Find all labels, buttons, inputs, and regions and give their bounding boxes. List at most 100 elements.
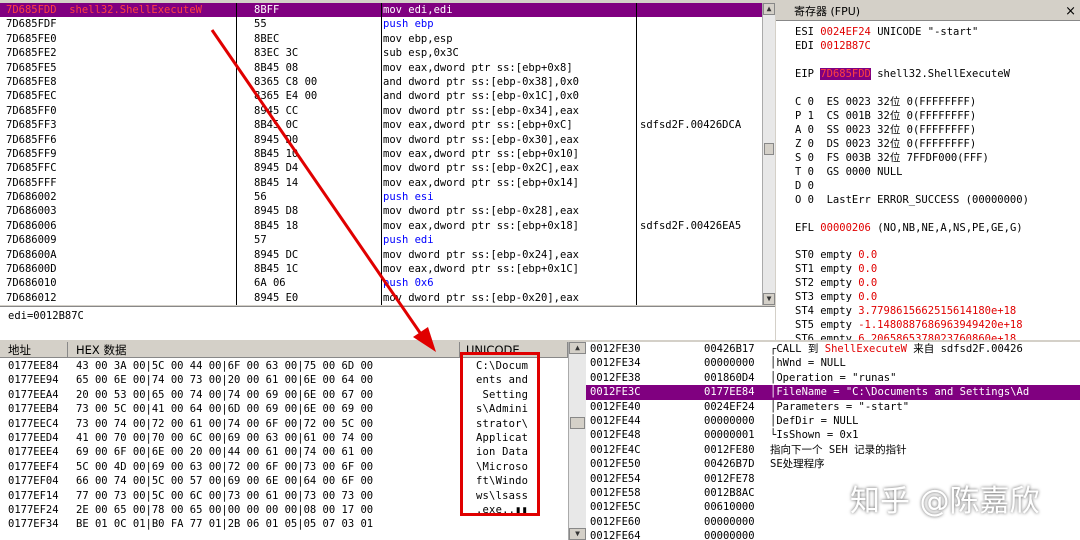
disasm-instruction[interactable]: push ebp bbox=[383, 17, 636, 31]
dump-row[interactable]: 0177EF34 BE 01 0C 01|B0 FA 77 01|2B 06 01… bbox=[8, 517, 548, 531]
stack-row[interactable]: 0012FE44 00000000 │DefDir = NULL bbox=[586, 414, 1080, 428]
stack-row[interactable]: 0012FE34 00000000 │hWnd = NULL bbox=[586, 356, 1080, 370]
disasm-instruction[interactable]: push 0x6 bbox=[383, 276, 636, 290]
register-value[interactable]: 7D685FDD bbox=[820, 68, 871, 80]
disasm-address[interactable]: 7D686012 bbox=[6, 291, 236, 305]
disasm-comment[interactable] bbox=[640, 61, 775, 75]
disasm-hex-bytes[interactable]: 56 bbox=[254, 190, 381, 204]
disasm-comment[interactable] bbox=[640, 190, 775, 204]
disasm-address[interactable]: 7D686003 bbox=[6, 204, 236, 218]
stack-row[interactable]: 0012FE64 00000000 bbox=[586, 529, 1080, 540]
stack-row[interactable]: 0012FE3C 0177EE84 │FileName = "C:\Document… bbox=[586, 385, 1080, 400]
disasm-hex-bytes[interactable]: 8BEC bbox=[254, 32, 381, 46]
disasm-address[interactable]: 7D685FDF bbox=[6, 17, 236, 31]
disasm-address[interactable]: 7D68600D bbox=[6, 262, 236, 276]
register-line[interactable]: T 0 GS 0000 NULL bbox=[795, 165, 902, 179]
disasm-instruction[interactable]: mov dword ptr ss:[ebp-0x2C],eax bbox=[383, 161, 636, 175]
disasm-instruction[interactable]: mov dword ptr ss:[ebp-0x34],eax bbox=[383, 104, 636, 118]
disasm-instruction[interactable]: and dword ptr ss:[ebp-0x1C],0x0 bbox=[383, 89, 636, 103]
register-line[interactable]: ST6 empty 6.2065865378023760860e+18 bbox=[795, 332, 1016, 340]
register-value[interactable]: 0.0 bbox=[858, 263, 877, 275]
disasm-instruction[interactable]: mov eax,dword ptr ss:[ebp+0x10] bbox=[383, 147, 636, 161]
disasm-comment[interactable] bbox=[640, 46, 775, 60]
disasm-address[interactable]: 7D686006 bbox=[6, 219, 236, 233]
stack-row[interactable]: 0012FE38 001860D4 │Operation = "runas" bbox=[586, 371, 1080, 385]
register-value[interactable]: 0012B87C bbox=[820, 40, 871, 52]
register-value[interactable]: 00000206 bbox=[820, 222, 871, 234]
register-line[interactable]: A 0 SS 0023 32位 0(FFFFFFFF) bbox=[795, 123, 976, 137]
disasm-address[interactable]: 7D685FE8 bbox=[6, 75, 236, 89]
disasm-comment[interactable] bbox=[640, 147, 775, 161]
register-line[interactable]: EFL 00000206 (NO,NB,NE,A,NS,PE,GE,G) bbox=[795, 221, 1023, 235]
disasm-address[interactable]: 7D685FFC bbox=[6, 161, 236, 175]
disasm-comment[interactable] bbox=[640, 248, 775, 262]
disasm-comment[interactable] bbox=[640, 89, 775, 103]
disasm-comment[interactable] bbox=[640, 32, 775, 46]
disasm-comment[interactable]: sdfsd2F.00426EA5 bbox=[640, 219, 775, 233]
register-line[interactable]: Z 0 DS 0023 32位 0(FFFFFFFF) bbox=[795, 137, 976, 151]
disasm-hex-bytes[interactable]: 8365 E4 00 bbox=[254, 89, 381, 103]
registers-pane[interactable]: 寄存器 (FPU) × ESI 0024EF24 UNICODE "-start… bbox=[776, 3, 1080, 340]
disasm-hex-bytes[interactable]: 8365 C8 00 bbox=[254, 75, 381, 89]
disasm-address[interactable]: 7D685FE5 bbox=[6, 61, 236, 75]
stack-row[interactable]: 0012FE30 00426B17 ┌CALL 到 ShellExecuteW 来自… bbox=[586, 342, 1080, 356]
register-line[interactable]: O 0 LastErr ERROR_SUCCESS (00000000) bbox=[795, 193, 1029, 207]
disasm-hex-bytes[interactable]: 8B45 18 bbox=[254, 219, 381, 233]
disasm-hex-bytes[interactable]: 8945 D8 bbox=[254, 204, 381, 218]
scroll-thumb[interactable] bbox=[764, 143, 774, 155]
disasm-hex-bytes[interactable]: 8B45 0C bbox=[254, 118, 381, 132]
disasm-comment[interactable] bbox=[640, 176, 775, 190]
disasm-hex-bytes[interactable]: 8945 D4 bbox=[254, 161, 381, 175]
scroll-down-icon[interactable]: ▼ bbox=[569, 528, 586, 540]
register-value[interactable]: 0.0 bbox=[858, 291, 877, 303]
disasm-address[interactable]: 7D685FFF bbox=[6, 176, 236, 190]
dump-header-address[interactable]: 地址 bbox=[0, 342, 68, 358]
register-line[interactable]: ESI 0024EF24 UNICODE "-start" bbox=[795, 25, 978, 39]
disasm-instruction[interactable]: push esi bbox=[383, 190, 636, 204]
disasm-instruction[interactable]: mov dword ptr ss:[ebp-0x20],eax bbox=[383, 291, 636, 305]
register-value[interactable]: 0.0 bbox=[858, 249, 877, 261]
disasm-address[interactable]: 7D686009 bbox=[6, 233, 236, 247]
disasm-comment[interactable]: sdfsd2F.00426DCA bbox=[640, 118, 775, 132]
disasm-hex-bytes[interactable]: 8945 D0 bbox=[254, 133, 381, 147]
register-line[interactable]: ST5 empty -1.1480887686963949420e+18 bbox=[795, 318, 1023, 332]
register-line[interactable]: D 0 bbox=[795, 179, 814, 193]
register-line[interactable]: P 1 CS 001B 32位 0(FFFFFFFF) bbox=[795, 109, 976, 123]
disasm-comment[interactable] bbox=[640, 17, 775, 31]
stack-call-target[interactable]: ShellExecuteW bbox=[825, 343, 907, 355]
disasm-instruction[interactable]: mov eax,dword ptr ss:[ebp+0x1C] bbox=[383, 262, 636, 276]
disasm-comment[interactable] bbox=[640, 133, 775, 147]
disasm-instruction[interactable]: mov eax,dword ptr ss:[ebp+0xC] bbox=[383, 118, 636, 132]
disasm-hex-bytes[interactable]: 8B45 08 bbox=[254, 61, 381, 75]
register-line[interactable]: ST3 empty 0.0 bbox=[795, 290, 877, 304]
disasm-address[interactable]: 7D685FF0 bbox=[6, 104, 236, 118]
register-value[interactable]: 0024EF24 bbox=[820, 26, 871, 38]
scroll-thumb[interactable] bbox=[570, 417, 585, 429]
disasm-address[interactable]: 7D685FE0 bbox=[6, 32, 236, 46]
disasm-address[interactable]: 7D685FE2 bbox=[6, 46, 236, 60]
register-line[interactable]: ST1 empty 0.0 bbox=[795, 262, 877, 276]
disasm-hex-bytes[interactable]: 57 bbox=[254, 233, 381, 247]
disasm-address[interactable]: 7D686002 bbox=[6, 190, 236, 204]
disasm-instruction[interactable]: mov eax,dword ptr ss:[ebp+0x8] bbox=[383, 61, 636, 75]
disasm-comment[interactable] bbox=[640, 204, 775, 218]
disasm-comment[interactable] bbox=[640, 75, 775, 89]
disasm-hex-bytes[interactable]: 8945 DC bbox=[254, 248, 381, 262]
register-line[interactable]: EIP 7D685FDD shell32.ShellExecuteW bbox=[795, 67, 1010, 81]
disasm-instruction[interactable]: mov dword ptr ss:[ebp-0x28],eax bbox=[383, 204, 636, 218]
disassembly-pane[interactable]: 7D685FDD shell32.ShellExecuteW 7D685FDF 7D… bbox=[0, 3, 775, 305]
disasm-address[interactable]: 7D685FDD shell32.ShellExecuteW bbox=[0, 3, 236, 18]
disasm-comment[interactable] bbox=[640, 262, 775, 276]
disasm-instruction[interactable]: sub esp,0x3C bbox=[383, 46, 636, 60]
disasm-hex-bytes[interactable]: 8945 E0 bbox=[254, 291, 381, 305]
stack-row[interactable]: 0012FE4C 0012FE80 指向下一个 SEH 记录的指针 bbox=[586, 443, 1080, 457]
disasm-hex-bytes[interactable]: 8B45 10 bbox=[254, 147, 381, 161]
disasm-comment[interactable] bbox=[640, 161, 775, 175]
stack-row[interactable]: 0012FE50 00426B7D SE处理程序 bbox=[586, 457, 1080, 471]
disasm-hex-bytes[interactable]: 8BFF bbox=[236, 3, 381, 18]
disasm-instruction[interactable]: mov ebp,esp bbox=[383, 32, 636, 46]
disasm-comment[interactable] bbox=[640, 291, 775, 305]
register-value[interactable]: -1.1480887686963949420e+18 bbox=[858, 319, 1022, 331]
dump-header-hex[interactable]: HEX 数据 bbox=[68, 342, 460, 358]
register-value[interactable]: 6.2065865378023760860e+18 bbox=[858, 333, 1016, 340]
